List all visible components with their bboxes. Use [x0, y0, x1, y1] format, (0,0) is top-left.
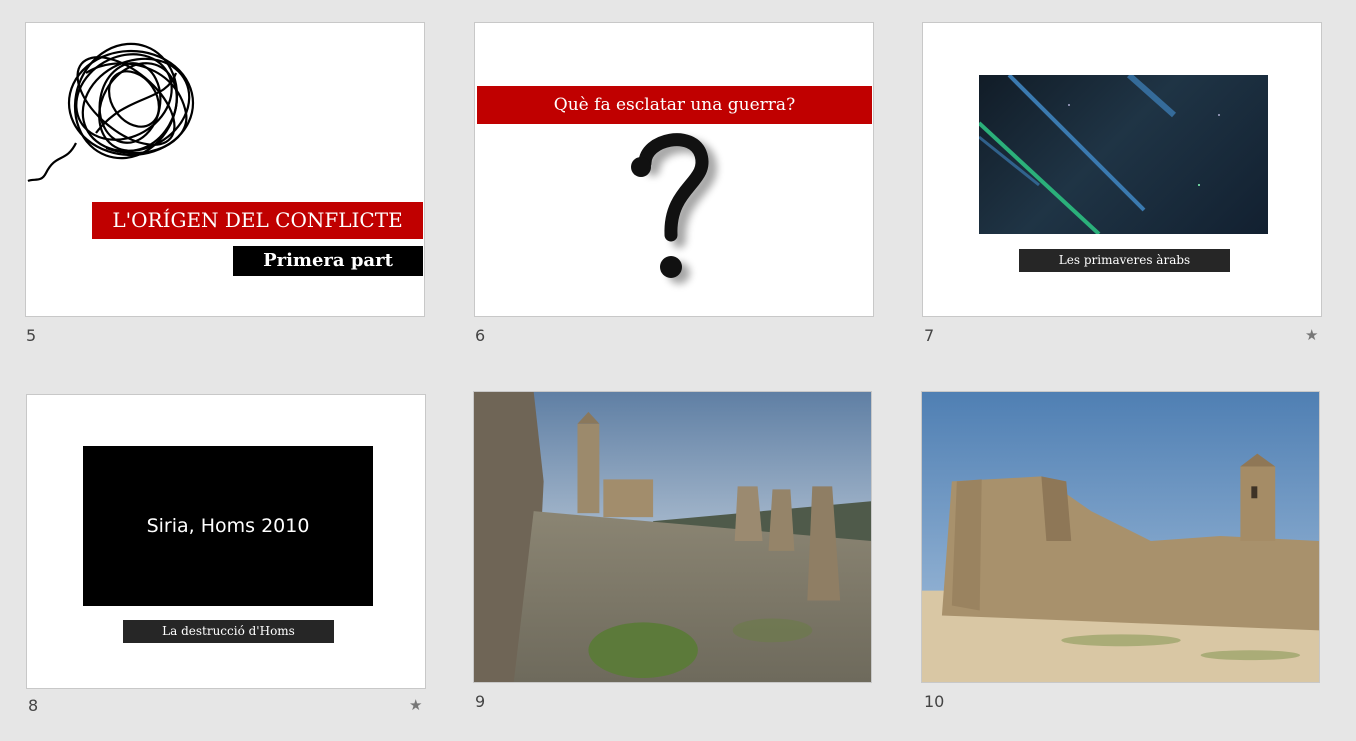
slide-number: 5 [26, 326, 37, 345]
slide-caption: Les primaveres àrabs [1019, 249, 1230, 272]
abstract-lines-image [979, 75, 1268, 234]
animation-star-icon[interactable]: ★ [1305, 326, 1318, 344]
slide-thumbnail-10[interactable] [921, 391, 1320, 683]
slide-title: Què fa esclatar una guerra? [477, 86, 872, 124]
slide-number: 9 [475, 692, 486, 711]
slide-thumbnail-6[interactable]: Què fa esclatar una guerra? [474, 22, 874, 317]
slide-thumbnail-7[interactable]: Les primaveres àrabs [922, 22, 1322, 317]
scribble-image [27, 42, 195, 183]
animation-star-icon[interactable]: ★ [409, 696, 422, 714]
slide-thumbnail-5[interactable]: L'ORÍGEN DEL CONFLICTE Primera part [25, 22, 425, 317]
ruins-village-photo [474, 392, 871, 682]
slide-number: 10 [924, 692, 945, 711]
slide-title: L'ORÍGEN DEL CONFLICTE [92, 202, 423, 239]
ruins-church-photo [922, 392, 1319, 682]
slide-number: 7 [924, 326, 935, 345]
slide-subtitle: Primera part [233, 246, 423, 276]
slide-number: 8 [28, 696, 39, 715]
slide-thumbnail-9[interactable] [473, 391, 872, 683]
slide-caption: La destrucció d'Homs [123, 620, 334, 643]
video-frame: Siria, Homs 2010 [83, 446, 373, 606]
slide-number: 6 [475, 326, 486, 345]
question-mark-image [631, 133, 717, 284]
slide-thumbnail-8[interactable]: Siria, Homs 2010 La destrucció d'Homs [26, 394, 426, 689]
